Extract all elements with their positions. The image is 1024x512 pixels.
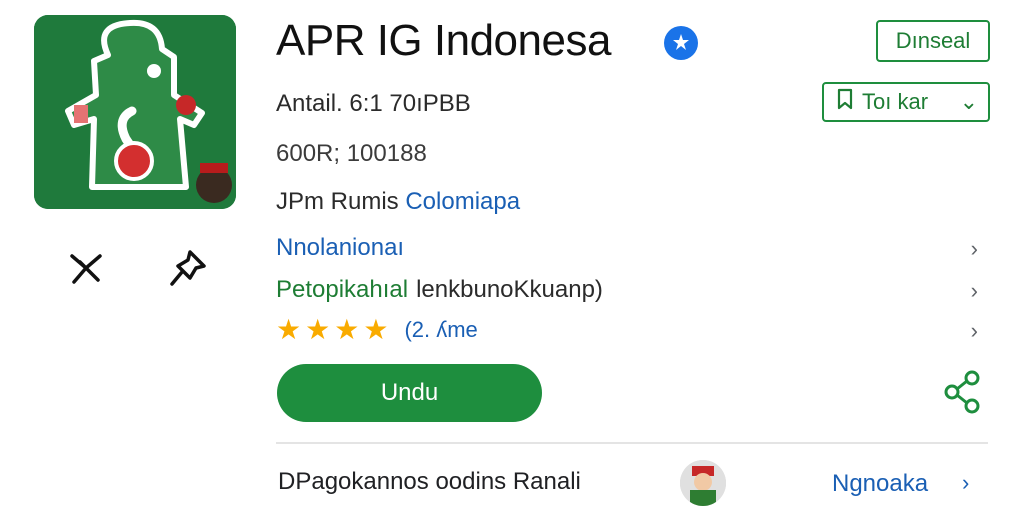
bookmark-outline-icon [836,88,854,116]
meta-line-3: JPm Rumis Colomiapa [276,188,520,216]
top-action-button[interactable]: Dınseal [876,20,990,62]
divider [276,442,988,444]
developer-link[interactable]: Colomiapa [405,188,520,215]
star-icon: ★ [334,314,360,345]
rating-count: (2. ʎme [404,317,478,342]
star-icon: ★ [276,314,302,345]
meta-line-3-prefix: JPm Rumis [276,188,399,215]
app-title: APR IG Indonesa [276,16,611,65]
chevron-right-icon: › [970,318,978,343]
footer-title: DPagokannos oodins Ranali [278,468,581,495]
info-row-2-detail: lenkbunoKkuanp) [416,276,603,303]
meta-line-2: 600R; 100188 [276,140,427,167]
select-dropdown[interactable]: Toı kar ⌄ [822,82,990,122]
star-icon: ★ [305,314,331,345]
chevron-down-icon: ⌄ [959,89,978,114]
share-icon[interactable] [942,368,984,414]
pin-icon[interactable] [66,248,106,288]
avatar [680,460,726,506]
star-rating: ★ ★ ★ ★ [276,316,388,344]
chevron-right-icon: › [970,236,978,261]
chevron-right-icon: › [970,278,978,303]
left-actions [60,248,220,292]
rating-row[interactable]: ★ ★ ★ ★ (2. ʎme › [276,312,988,348]
footer-link[interactable]: Ngnoaka [832,470,928,498]
select-label: Toı kar [862,89,929,114]
info-row-1[interactable]: Nnolanionaı › [276,230,988,266]
install-label: Undu [380,379,439,406]
install-button[interactable]: Undu [277,364,542,422]
top-action-label: Dınseal [895,28,971,53]
pushpin-icon[interactable] [168,248,208,288]
info-row-1-label: Nnolanionaı [276,234,405,261]
verified-badge-icon [664,26,698,60]
meta-line-1: Antail. 6:1 70ıPBB [276,90,471,117]
chevron-right-icon[interactable]: › [962,470,969,496]
app-logo-icon [34,15,236,209]
star-icon: ★ [363,314,389,345]
info-row-2-label: Petopikahıal [276,276,409,303]
info-row-2[interactable]: Petopikahıal lenkbunoKkuanp) › [276,272,988,308]
